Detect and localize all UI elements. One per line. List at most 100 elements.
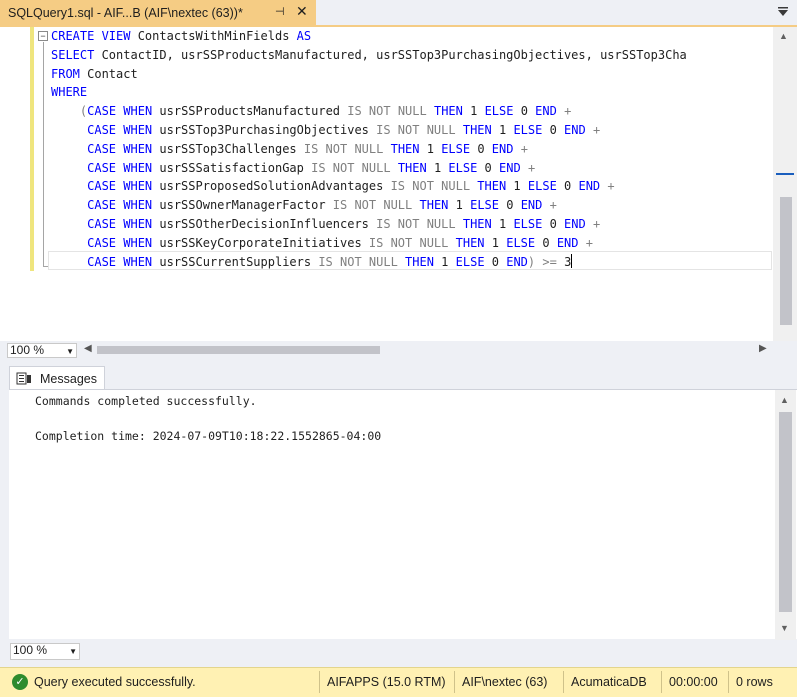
sql-keyword: THEN xyxy=(477,179,507,194)
sql-keyword: CASE WHEN xyxy=(87,123,153,137)
sql-identifier: usrSSKeyCorporateInitiatives xyxy=(152,235,369,250)
sql-keyword: CREATE VIEW xyxy=(51,29,131,43)
sql-identifier xyxy=(51,104,80,118)
sql-keyword: END xyxy=(506,254,528,269)
messages-tab-label: Messages xyxy=(40,371,97,386)
sql-identifier xyxy=(586,123,593,137)
sql-operator: + xyxy=(585,235,593,250)
messages-vscroll-thumb[interactable] xyxy=(779,412,792,612)
sql-operator: + xyxy=(549,198,557,213)
sql-keyword: ELSE xyxy=(513,123,543,137)
sql-operator: + xyxy=(527,160,536,175)
status-database: AcumaticaDB xyxy=(571,675,647,689)
sql-identifier: 0 xyxy=(513,104,536,119)
messages-zoom-select[interactable]: 100 % ▼ xyxy=(10,643,80,660)
sql-keyword: ELSE xyxy=(506,235,536,250)
code-line[interactable]: WHERE xyxy=(51,83,87,101)
sql-identifier: 0 xyxy=(470,141,492,156)
scroll-left-arrow-icon[interactable]: ◀ xyxy=(84,343,92,354)
sql-identifier: 3 xyxy=(556,254,572,269)
scroll-up-arrow-icon[interactable]: ▲ xyxy=(780,395,789,405)
sql-identifier: usrSSCurrentSuppliers xyxy=(152,254,319,269)
messages-vertical-scrollbar[interactable]: ▲ ▼ xyxy=(775,390,796,640)
sql-keyword: CASE WHEN xyxy=(87,160,153,175)
scroll-up-arrow-icon[interactable]: ▲ xyxy=(779,31,788,41)
code-line[interactable]: CASE WHEN usrSSTop3PurchasingObjectives … xyxy=(51,121,600,139)
sql-identifier: usrSSOtherDecisionInfluencers xyxy=(152,217,377,231)
sql-keyword: THEN xyxy=(390,141,420,156)
editor-vertical-scrollbar[interactable]: ▲ xyxy=(773,27,797,341)
sql-keyword: END xyxy=(556,235,579,250)
sql-identifier xyxy=(51,123,87,137)
messages-pane[interactable]: Commands completed successfully. Complet… xyxy=(9,389,797,640)
sql-keyword: THEN xyxy=(419,198,449,213)
messages-zoom-value: 100 % xyxy=(13,643,48,657)
code-line[interactable]: CASE WHEN usrSSTop3Challenges IS NOT NUL… xyxy=(51,140,528,158)
pin-icon[interactable]: ⊣ xyxy=(275,5,285,18)
sql-keyword: ELSE xyxy=(470,198,499,213)
code-line[interactable]: CASE WHEN usrSSProposedSolutionAdvantage… xyxy=(51,177,615,195)
tab-messages[interactable]: Messages xyxy=(9,366,105,390)
messages-bottom-bar: 100 % ▼ xyxy=(0,641,797,663)
code-line[interactable]: CASE WHEN usrSSKeyCorporateInitiatives I… xyxy=(51,234,593,252)
close-icon[interactable]: ✕ xyxy=(296,3,308,20)
sql-identifier xyxy=(427,104,434,118)
tab-list-dropdown-icon[interactable] xyxy=(776,7,790,19)
sql-identifier: 1 xyxy=(419,141,442,156)
sql-operator: + xyxy=(607,179,615,194)
editor-zoom-select[interactable]: 100 % ▼ xyxy=(7,343,77,358)
collapse-region-icon[interactable]: − xyxy=(38,31,48,41)
code-line[interactable]: CASE WHEN usrSSSatisfactionGap IS NOT NU… xyxy=(51,159,535,177)
sql-keyword: END xyxy=(491,141,514,156)
sql-keyword: CASE WHEN xyxy=(87,104,153,119)
sql-keyword: END xyxy=(520,198,543,213)
code-line[interactable]: CASE WHEN usrSSCurrentSuppliers IS NOT N… xyxy=(51,253,573,271)
code-line[interactable]: SELECT ContactID, usrSSProductsManufactu… xyxy=(51,46,687,64)
editor-vscroll-thumb[interactable] xyxy=(780,197,792,325)
query-document-tab[interactable]: SQLQuery1.sql - AIF...B (AIF\nextec (63)… xyxy=(0,0,316,25)
sql-identifier: usrSSTop3PurchasingObjectives xyxy=(152,123,377,137)
sql-editor[interactable]: − CREATE VIEW ContactsWithMinFields AS SE… xyxy=(0,27,797,341)
sql-operator: IS NOT NULL xyxy=(376,217,456,231)
sql-identifier xyxy=(398,255,405,269)
sql-identifier xyxy=(51,198,87,212)
scroll-down-arrow-icon[interactable]: ▼ xyxy=(780,623,789,633)
sql-keyword: CASE WHEN xyxy=(87,235,153,250)
code-line[interactable]: CASE WHEN usrSSOwnerManagerFactor IS NOT… xyxy=(51,196,557,214)
sql-identifier xyxy=(391,161,398,175)
sql-keyword: ELSE xyxy=(484,104,514,119)
sql-identifier: 0 xyxy=(542,123,565,137)
code-line[interactable]: CASE WHEN usrSSOtherDecisionInfluencers … xyxy=(51,215,600,233)
results-tab-bar: Messages xyxy=(0,366,797,390)
code-area[interactable]: CREATE VIEW ContactsWithMinFields AS SELE… xyxy=(51,27,773,341)
document-tab-strip: SQLQuery1.sql - AIF...B (AIF\nextec (63)… xyxy=(0,0,797,27)
status-server: AIFAPPS (15.0 RTM) xyxy=(327,675,446,689)
change-tracking-bar xyxy=(30,27,34,271)
editor-hscroll-thumb[interactable] xyxy=(97,346,380,354)
sql-identifier xyxy=(51,161,87,175)
status-elapsed: 00:00:00 xyxy=(669,675,718,689)
sql-keyword: FROM xyxy=(51,66,80,81)
code-line[interactable]: CREATE VIEW ContactsWithMinFields AS xyxy=(51,27,311,45)
code-line[interactable]: (CASE WHEN usrSSProductsManufactured IS … xyxy=(51,102,571,120)
sql-identifier xyxy=(579,236,586,250)
sql-identifier xyxy=(412,198,419,212)
status-divider xyxy=(563,671,564,693)
sql-keyword: THEN xyxy=(433,104,463,119)
sql-identifier: usrSSProductsManufactured xyxy=(152,104,348,119)
message-line: Completion time: 2024-07-09T10:18:22.155… xyxy=(35,429,382,443)
sql-identifier: 1 xyxy=(462,104,485,119)
sql-keyword: WHERE xyxy=(51,85,88,100)
message-line: Commands completed successfully. xyxy=(35,394,257,408)
sql-keyword: THEN xyxy=(405,254,434,269)
sql-keyword: END xyxy=(578,179,601,194)
sql-keyword: ELSE xyxy=(448,160,478,175)
editor-horizontal-bar: 100 % ▼ ◀ ▶ xyxy=(0,341,797,359)
scroll-right-arrow-icon[interactable]: ▶ xyxy=(759,343,767,354)
sql-operator: + xyxy=(520,141,528,156)
sql-keyword: AS xyxy=(296,29,312,43)
sql-identifier: ContactsWithMinFields xyxy=(130,29,297,43)
code-line[interactable]: FROM Contact xyxy=(51,65,138,83)
sql-keyword: THEN xyxy=(462,123,492,137)
sql-keyword: END xyxy=(564,123,586,137)
